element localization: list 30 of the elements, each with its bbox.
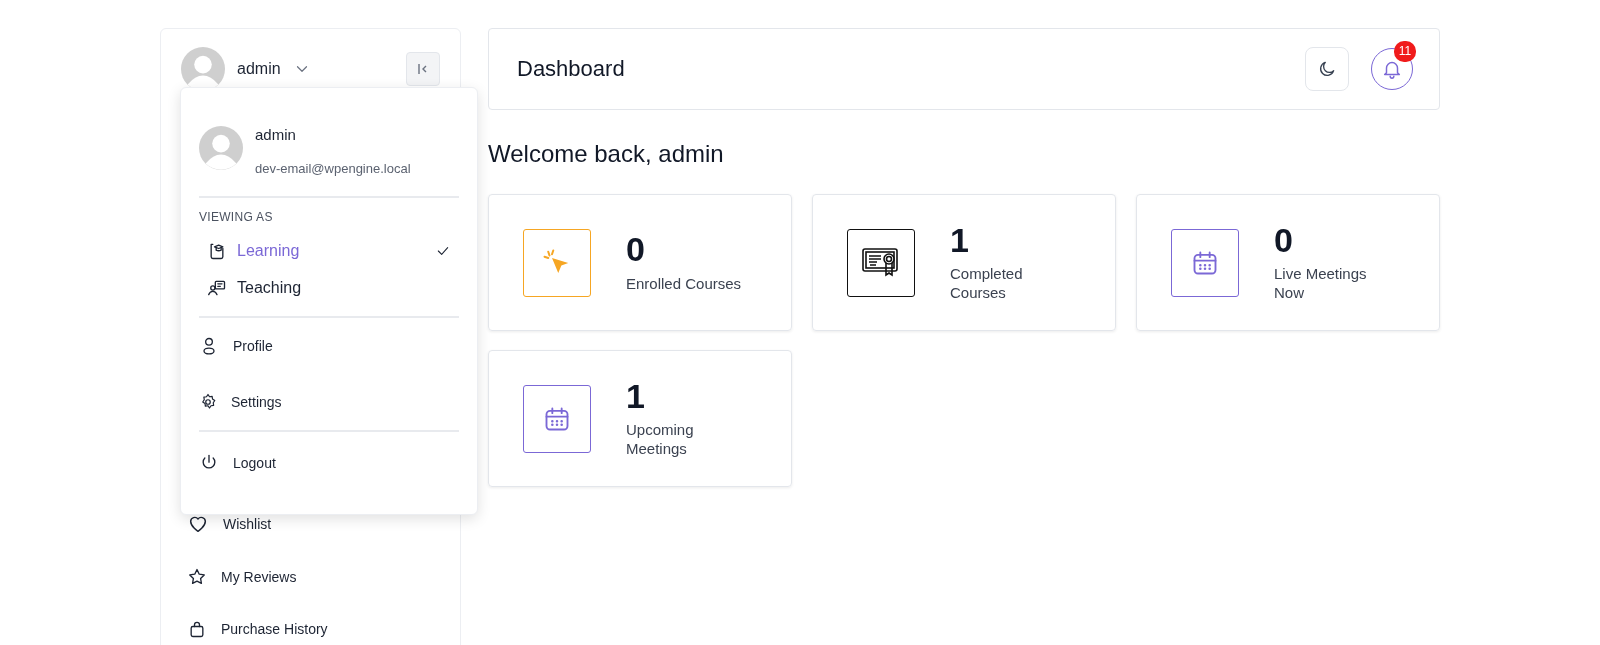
notifications-button[interactable] — [1371, 48, 1413, 90]
welcome-heading: Welcome back, admin — [488, 140, 725, 168]
star-icon — [187, 567, 207, 587]
avatar — [199, 126, 243, 170]
stat-value: 0 — [1274, 222, 1294, 260]
menu-item[interactable]: Profile — [199, 318, 459, 374]
sidebar-item[interactable]: Wishlist — [187, 513, 460, 535]
role-option[interactable]: Learning — [199, 232, 459, 269]
menu-item[interactable]: Settings — [199, 374, 459, 430]
stat-value: 1 — [950, 222, 970, 260]
collapse-button[interactable] — [406, 52, 440, 86]
stat-label: Upcoming Meetings — [626, 421, 695, 459]
notification-badge: 11 — [1394, 41, 1416, 62]
sidebar-item[interactable]: My Reviews — [187, 567, 460, 587]
moon-icon — [1317, 59, 1337, 79]
stat-value: 0 — [626, 231, 646, 269]
user-name[interactable]: admin — [237, 60, 281, 78]
settings-icon — [199, 393, 217, 411]
section-title: VIEWING AS — [199, 210, 274, 224]
stat-label: Completed Courses — [950, 265, 1024, 303]
page-title: Dashboard — [517, 56, 625, 82]
user-name: admin — [255, 126, 297, 143]
theme-toggle-button[interactable] — [1305, 47, 1349, 91]
stat-value: 1 — [626, 378, 646, 416]
stat-label: Live Meetings Now — [1274, 265, 1368, 303]
role-option[interactable]: Teaching — [199, 269, 459, 306]
logout-item[interactable]: Logout — [199, 432, 459, 494]
sidebar-item[interactable]: Purchase History — [187, 619, 460, 639]
user-email: dev-email@wpengine.local — [255, 161, 411, 176]
stat-label: Enrolled Courses — [626, 274, 742, 294]
